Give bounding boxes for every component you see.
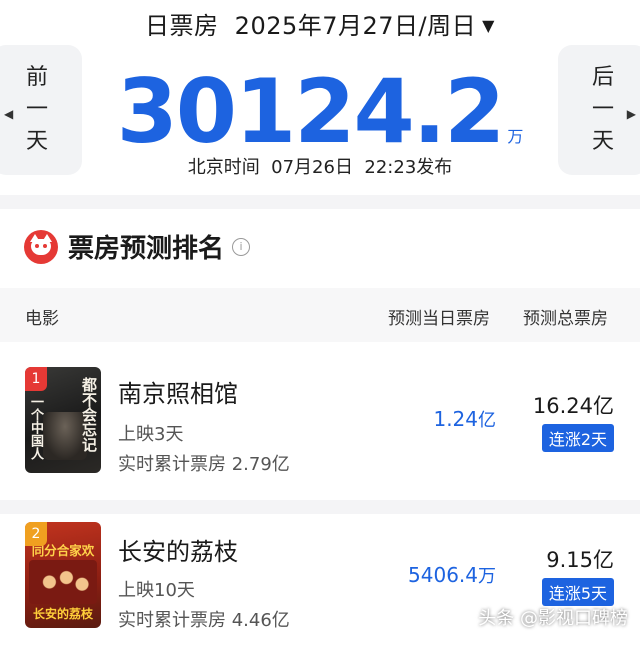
date-text: 2025年7月27日/周日: [234, 12, 477, 40]
today-forecast: 1.24亿: [433, 406, 496, 432]
watermark: 头条 @影视口碑榜: [478, 608, 628, 629]
cumulative-box-office: 实时累计票房 2.79亿: [118, 454, 290, 475]
today-forecast-unit: 万: [478, 566, 496, 587]
release-days: 上映10天: [118, 580, 195, 601]
cumulative-box-office: 实时累计票房 4.46亿: [118, 610, 290, 631]
today-forecast-unit: 亿: [478, 410, 496, 431]
table-row[interactable]: 都不会忘记 一个中国人 1 南京照相馆 上映3天 实时累计票房 2.79亿 1.…: [0, 350, 640, 500]
total-forecast: 16.24亿 连涨2天: [514, 390, 614, 452]
publish-time: 北京时间 07月26日 22:23发布: [187, 157, 453, 178]
total-forecast: 9.15亿 连涨5天: [514, 544, 614, 606]
section-title: 票房预测排名: [68, 234, 225, 264]
section-header: 票房预测排名 i: [24, 228, 251, 265]
header: 日票房 2025年7月27日/周日 ▼ ◀ 前 一 天 ▶ 后 一 天 30124…: [0, 0, 640, 205]
movie-title[interactable]: 长安的荔枝: [118, 532, 238, 567]
col-total-forecast: 预测总票房: [523, 309, 608, 329]
rank-badge: 2: [25, 522, 47, 546]
poster-figures: [29, 560, 97, 604]
row-divider: [0, 500, 640, 514]
poster-text: 长安的荔枝: [32, 607, 93, 621]
movie-poster[interactable]: 都不会忘记 一个中国人 1: [25, 367, 101, 473]
total-forecast-value: 9.15亿: [546, 548, 614, 572]
rank-badge: 1: [25, 367, 47, 391]
poster-text: 一个中国人: [28, 395, 43, 460]
movie-poster[interactable]: 同分合家欢 长安的荔枝 2: [25, 522, 101, 628]
streak-badge: 连涨2天: [541, 424, 614, 452]
today-forecast: 5406.4万: [408, 562, 496, 588]
section-divider: [0, 195, 640, 209]
movie-title[interactable]: 南京照相馆: [118, 374, 238, 409]
total-forecast-value: 16.24亿: [532, 394, 614, 418]
box-office-unit: 万: [507, 127, 524, 146]
table-row[interactable]: 同分合家欢 长安的荔枝 2 长安的荔枝 上映10天 实时累计票房 4.46亿 5…: [0, 514, 640, 664]
streak-badge: 连涨5天: [541, 578, 614, 606]
col-today-forecast: 预测当日票房: [388, 309, 490, 329]
box-office-total: 30124.2: [116, 60, 506, 163]
today-forecast-value: 5406.4: [408, 563, 478, 587]
table-header: 电影 预测当日票房 预测总票房: [0, 288, 640, 342]
date-selector[interactable]: 日票房 2025年7月27日/周日 ▼: [0, 6, 640, 41]
daily-box-office: 30124.2 万: [0, 60, 640, 163]
today-forecast-value: 1.24: [433, 407, 478, 431]
maoyan-cat-icon: [24, 229, 58, 264]
dropdown-arrow-icon[interactable]: ▼: [482, 16, 495, 35]
release-days: 上映3天: [118, 424, 184, 445]
info-icon[interactable]: i: [232, 237, 251, 256]
poster-text: 都不会忘记: [80, 377, 98, 452]
page-title: 日票房: [145, 12, 219, 40]
col-movie: 电影: [25, 309, 59, 329]
